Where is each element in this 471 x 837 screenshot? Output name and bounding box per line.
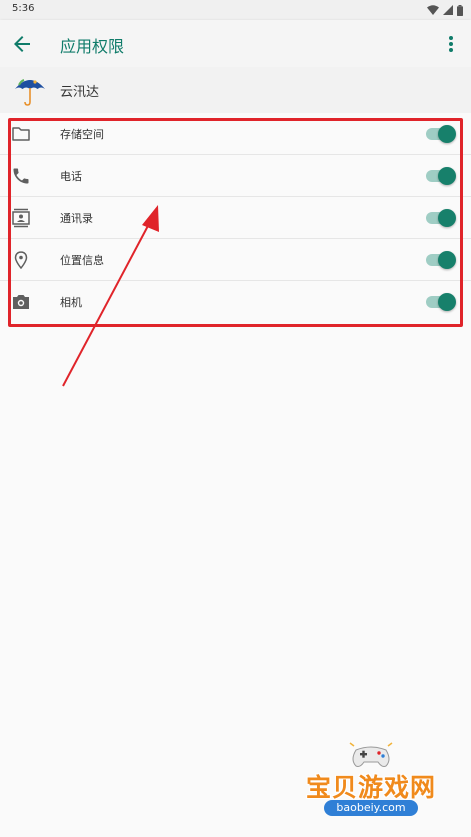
umbrella-icon [15, 79, 45, 106]
highlight-box [8, 118, 463, 327]
more-vert-icon[interactable] [443, 32, 459, 56]
watermark-title: 宝贝游戏网 [305, 773, 436, 802]
app-bar: 应用权限 [0, 20, 471, 67]
wifi-icon [427, 5, 439, 15]
watermark-url: baobeiy.com [324, 800, 418, 816]
status-icons [427, 3, 463, 17]
status-time: 5:36 [12, 3, 35, 14]
watermark-logo: 宝贝游戏网 baobeiy.com [296, 742, 446, 822]
app-name: 云汛达 [60, 85, 100, 100]
status-bar: 5:36 [0, 0, 471, 20]
gamepad-icon [349, 742, 393, 767]
app-header: 云汛达 [0, 67, 471, 113]
page-title: 应用权限 [60, 37, 125, 56]
battery-icon [457, 4, 463, 16]
signal-icon [443, 5, 453, 15]
back-arrow-icon[interactable] [10, 32, 34, 56]
